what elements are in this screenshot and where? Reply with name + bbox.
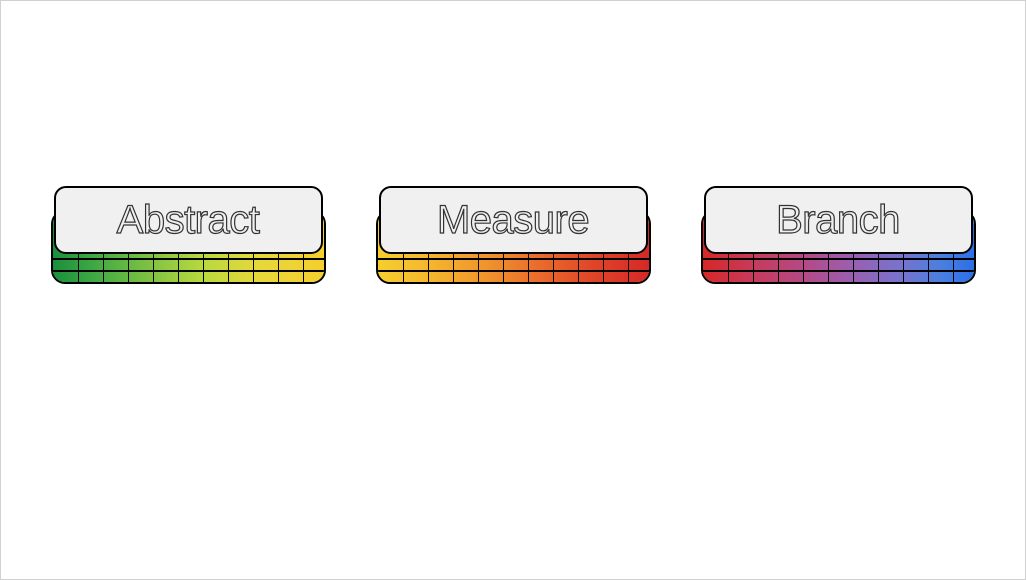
card-label: Abstract [117, 198, 260, 243]
cards-row: Abstract Measure [1, 186, 1025, 281]
card-label: Measure [437, 198, 589, 243]
card-branch[interactable]: Branch [701, 186, 976, 281]
card-top: Branch [704, 186, 973, 254]
card-label: Branch [776, 198, 900, 243]
card-top: Abstract [54, 186, 323, 254]
card-abstract[interactable]: Abstract [51, 186, 326, 281]
card-measure[interactable]: Measure [376, 186, 651, 281]
card-top: Measure [379, 186, 648, 254]
